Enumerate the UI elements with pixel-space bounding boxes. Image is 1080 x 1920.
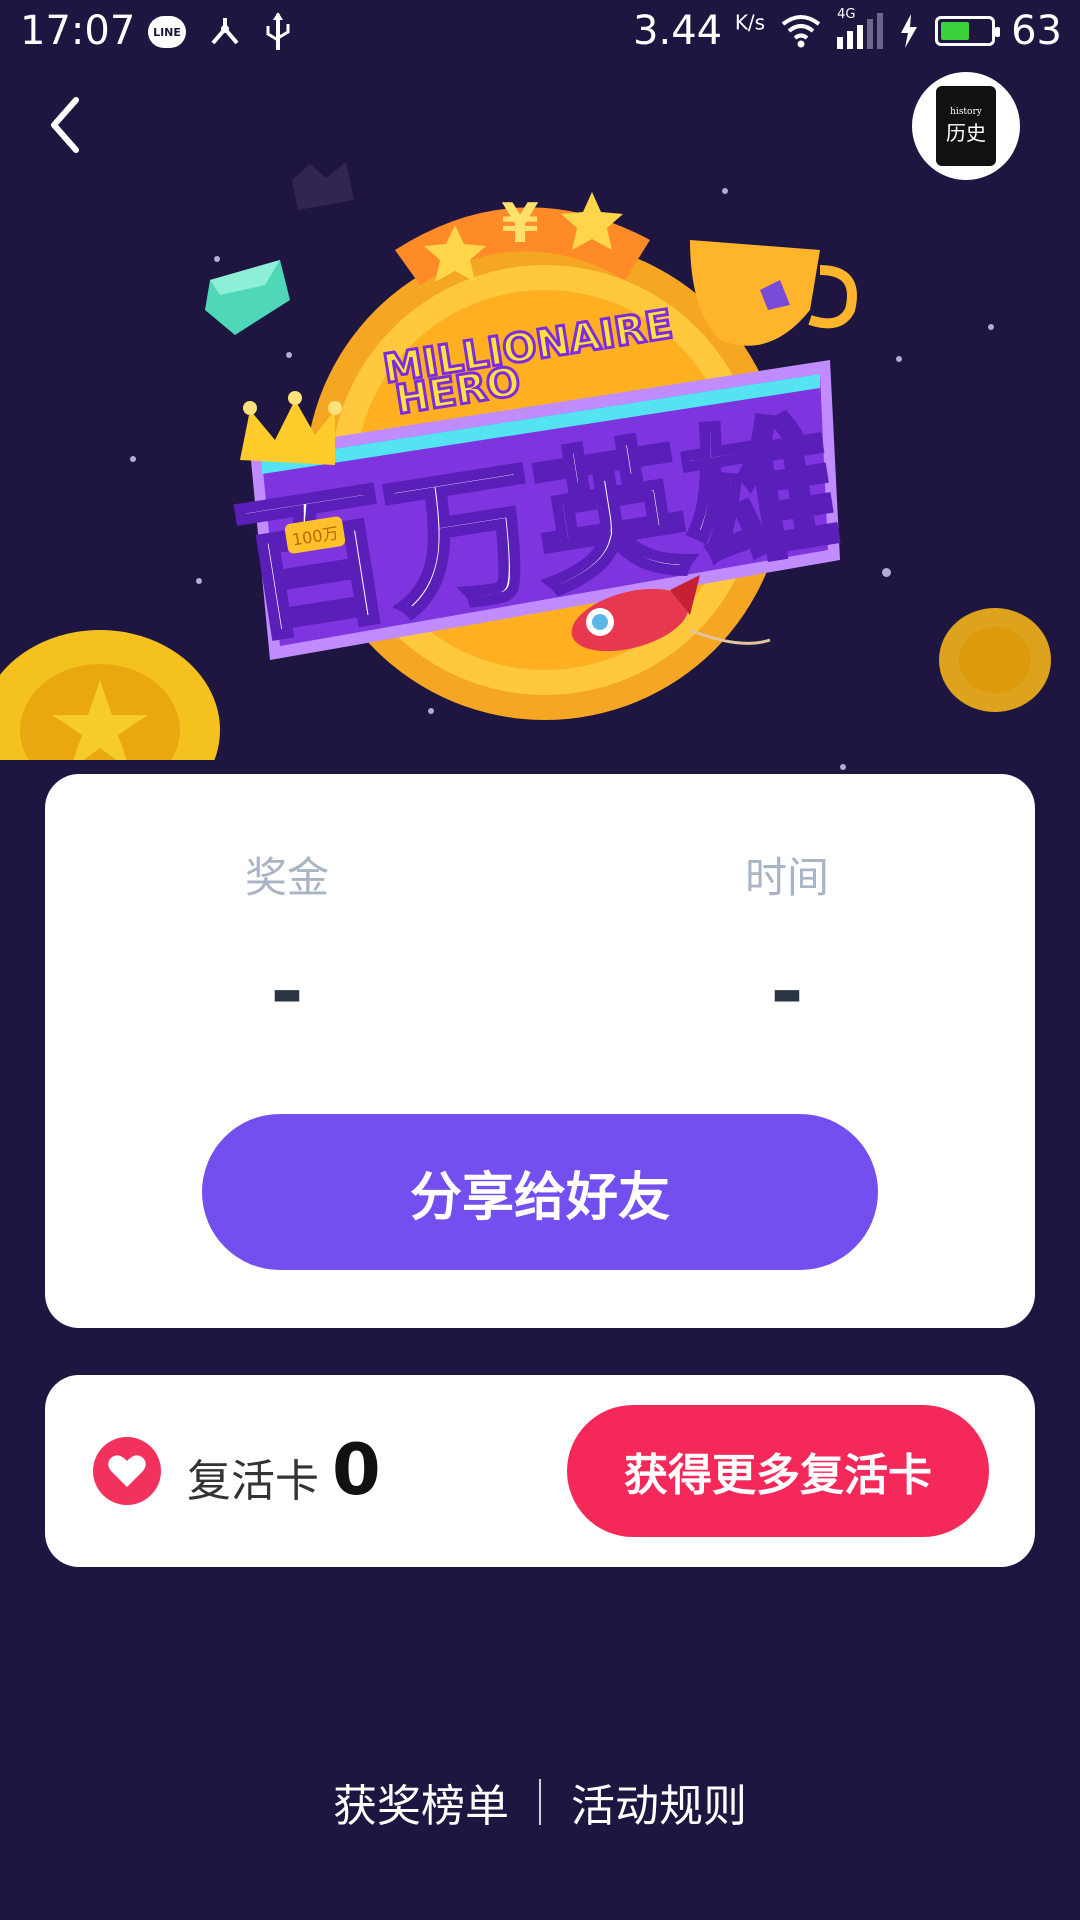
gold-coin-left-icon [0, 630, 220, 830]
avatar-big-text: 历史 [946, 120, 986, 145]
status-bar: 17:07 LINE 3.44 K/s 4G 63 [0, 0, 1080, 64]
diamond-icon [205, 260, 290, 335]
revive-card-label: 复活卡 [187, 1456, 319, 1507]
heart-glyph [108, 1455, 146, 1487]
rules-link[interactable]: 活动规则 [541, 1770, 777, 1834]
battery-percent: 63 [1011, 8, 1062, 54]
battery-fill [941, 22, 970, 40]
battery-icon [935, 16, 1001, 46]
millionaire-hero-logo: ¥ MILLIONAIRE HERO 百万英雄 100万 [0, 162, 1051, 830]
avatar-logo: history 历史 [936, 86, 996, 166]
prize-label: 奖金 [244, 853, 329, 902]
time-value: - [770, 945, 804, 1038]
revive-card: 复活卡 0 获得更多复活卡 [45, 1375, 1035, 1567]
footer-links: 获奖榜单 活动规则 [0, 1770, 1080, 1834]
network-speed-value: 3.44 [633, 8, 723, 54]
heart-icon [93, 1437, 161, 1505]
network-type: 4G [837, 7, 856, 22]
revive-card-count: 0 [332, 1429, 381, 1511]
cell-signal: 4G [837, 7, 884, 49]
status-left-icons: LINE [148, 12, 292, 52]
usb-icon [266, 12, 290, 50]
wifi-icon [781, 15, 821, 48]
network-share-icon [211, 18, 239, 45]
time-label: 时间 [744, 853, 829, 902]
hero-logo: ¥ MILLIONAIRE HERO 百万英雄 100万 [0, 160, 1080, 830]
yuan-symbol: ¥ [501, 192, 539, 255]
get-more-revive-cards-button[interactable]: 获得更多复活卡 [567, 1405, 989, 1537]
gold-coin-right-icon [939, 608, 1051, 712]
network-speed-unit: K/s [734, 10, 766, 35]
status-time: 17:07 [20, 8, 136, 54]
line-app-icon: LINE [148, 16, 186, 48]
share-button[interactable]: 分享给好友 [202, 1114, 878, 1270]
chevron-left-icon [51, 97, 79, 153]
network-speed: 3.44 K/s [633, 8, 765, 54]
faint-crown-icon [292, 162, 354, 210]
status-right-icons: 3.44 K/s 4G 63 [633, 7, 1062, 54]
charging-icon [901, 14, 918, 48]
footer-divider [539, 1779, 541, 1825]
prize-value: - [270, 945, 304, 1038]
trophy-icon [690, 240, 857, 346]
back-button[interactable] [40, 90, 100, 160]
avatar-small-text: history [950, 106, 982, 117]
game-info-card: 奖金 时间 - - 分享给好友 [45, 774, 1035, 1328]
leaderboard-link[interactable]: 获奖榜单 [303, 1770, 539, 1834]
